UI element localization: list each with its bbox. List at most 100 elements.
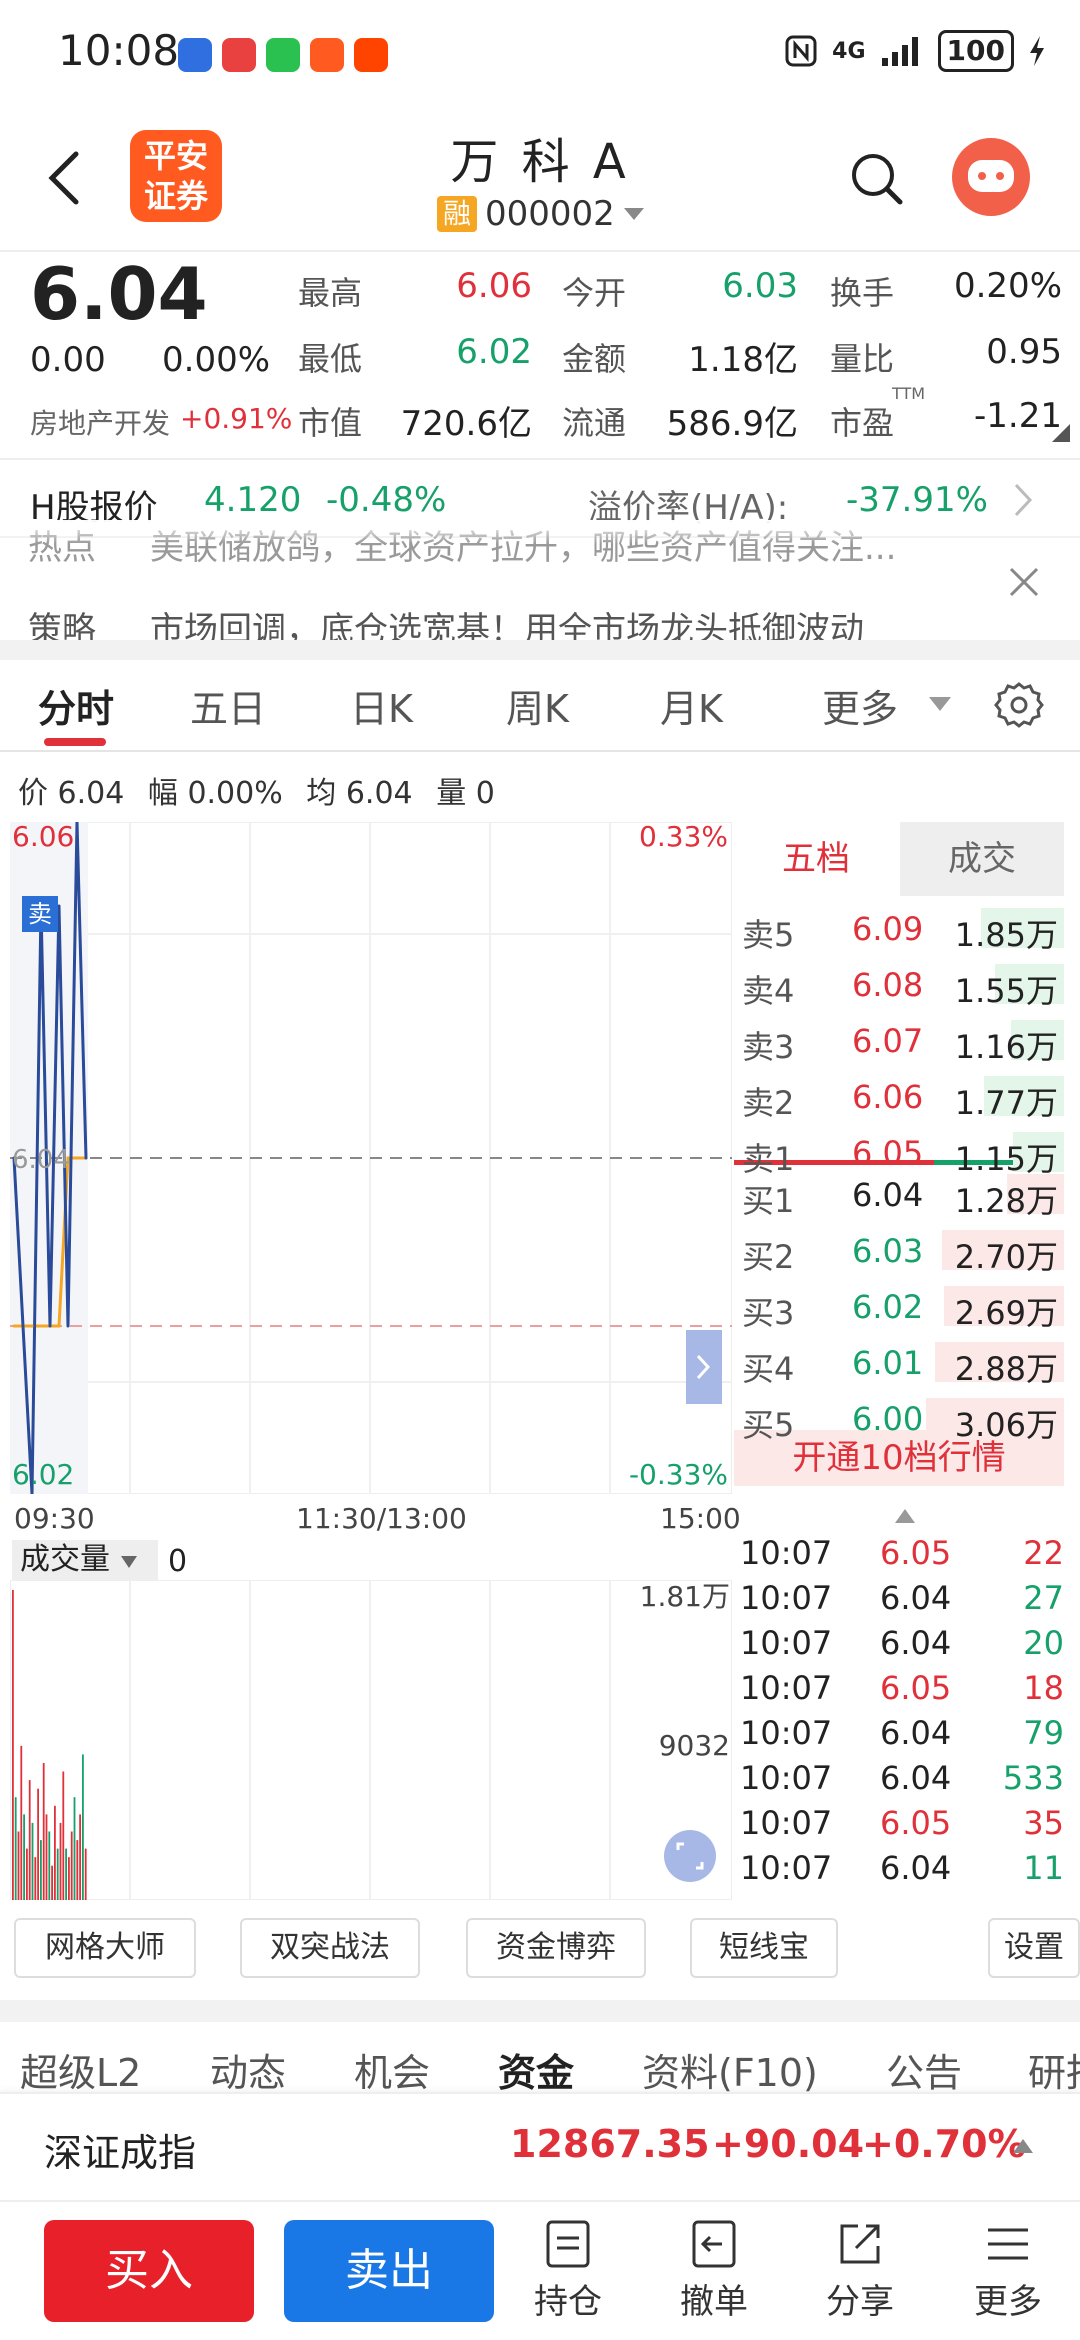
premium-value: -37.91% [846, 480, 988, 520]
share-icon [840, 2224, 880, 2264]
ask-price: 6.06 [852, 1078, 924, 1116]
ask-level-4[interactable]: 卖4 6.08 1.55万 [734, 958, 1064, 1011]
volume-bar [23, 1814, 25, 1900]
ask-level-3[interactable]: 卖3 6.07 1.16万 [734, 1014, 1064, 1067]
price-change: 0.00 [30, 340, 106, 380]
bid-level-3[interactable]: 买3 6.02 2.69万 [734, 1280, 1064, 1333]
volume-header: 成交量 0 [12, 1540, 732, 1580]
assistant-avatar[interactable] [952, 138, 1030, 216]
info-avg: 6.04 [345, 776, 413, 811]
ask-level-5[interactable]: 卖5 6.09 1.85万 [734, 902, 1064, 955]
tab-intraday[interactable]: 分时 [38, 678, 114, 733]
news-line-2[interactable]: 市场回调，底仓选宽基！用全市场龙头抵御波动 [150, 602, 864, 640]
volume-chart[interactable]: 1.81万 9032 [10, 1580, 732, 1900]
strategy-short-term[interactable]: 短线宝 [690, 1918, 838, 1978]
sector-name[interactable]: 房地产开发 [30, 402, 170, 442]
share-button[interactable]: 分享 [810, 2218, 910, 2323]
nfc-icon [785, 35, 817, 67]
news-tag-2: 策略 [28, 610, 96, 640]
intraday-chart[interactable]: 卖 6.06 6.04 6.02 0.33% -0.33% [10, 822, 732, 1494]
holdings-label: 持仓 [534, 2282, 602, 2322]
tick-vol: 11 [1023, 1849, 1064, 1887]
strategy-grid-master[interactable]: 网格大师 [14, 1918, 196, 1978]
time-start: 09:30 [14, 1502, 95, 1535]
chart-bottom-pct: -0.33% [629, 1458, 728, 1491]
index-ticker[interactable]: 深证成指 12867.35 +90.04 +0.70% [0, 2092, 1080, 2200]
subtab-f10[interactable]: 资料(F10) [642, 2042, 818, 2092]
strategy-settings[interactable]: 设置 [988, 1918, 1080, 1978]
fullscreen-button[interactable] [664, 1830, 716, 1882]
bid-level-2[interactable]: 买2 6.03 2.70万 [734, 1224, 1064, 1277]
buy-button[interactable]: 买入 [44, 2220, 254, 2322]
section-divider [0, 2000, 1080, 2022]
subtab-opportunity[interactable]: 机会 [354, 2042, 430, 2092]
tab-more[interactable]: 更多 [822, 678, 898, 733]
volume-bar [31, 1822, 34, 1900]
volume-bar [14, 1797, 17, 1900]
battery-level: 100 [937, 30, 1014, 72]
ask-vol: 1.85万 [954, 916, 1058, 954]
expand-corner-icon[interactable] [1052, 424, 1070, 442]
chart-tabs: 分时 五日 日K 周K 月K 更多 [0, 660, 1080, 752]
close-icon[interactable] [1008, 566, 1040, 598]
tab-monthly-k[interactable]: 月K [660, 678, 723, 733]
subtab-announcements[interactable]: 公告 [886, 2042, 962, 2092]
index-name: 深证成指 [44, 2131, 197, 2175]
bid-level-1[interactable]: 买1 6.04 1.28万 [734, 1168, 1064, 1221]
ask-price: 6.09 [852, 910, 924, 948]
bid-label: 买4 [742, 1350, 795, 1388]
tab-trades[interactable]: 成交 [900, 822, 1064, 896]
gear-icon[interactable] [994, 680, 1044, 730]
chart-expand-handle[interactable] [686, 1330, 722, 1404]
tab-daily-k[interactable]: 日K [350, 678, 413, 733]
bid-price: 6.02 [852, 1288, 924, 1326]
tick-time: 10:07 [740, 1669, 833, 1707]
section-divider [0, 640, 1080, 660]
stock-header: 平安 证券 万 科 A 融 000002 [0, 110, 1080, 250]
tick-vol: 22 [1023, 1534, 1064, 1572]
series-point [48, 1324, 52, 1328]
subtab-super-l2[interactable]: 超级L2 [20, 2042, 141, 2092]
tick-time: 10:07 [740, 1759, 833, 1797]
cancel-order-button[interactable]: 撤单 [664, 2218, 764, 2323]
subtab-capital[interactable]: 资金 [498, 2042, 574, 2092]
bid-level-4[interactable]: 买4 6.01 2.88万 [734, 1336, 1064, 1389]
price-change-pct: 0.00% [162, 340, 271, 380]
sell-button[interactable]: 卖出 [284, 2220, 494, 2322]
ask-level-2[interactable]: 卖2 6.06 1.77万 [734, 1070, 1064, 1123]
more-button[interactable]: 更多 [958, 2218, 1058, 2323]
status-bar: 10:08 4G 100 [0, 0, 1080, 110]
tab-five-day[interactable]: 五日 [190, 678, 266, 733]
series-point [30, 1324, 34, 1328]
ask-vol: 1.77万 [954, 1084, 1058, 1122]
menu-icon [988, 2228, 1028, 2260]
caret-up-icon[interactable] [894, 1508, 916, 1524]
bid-price: 6.04 [852, 1176, 924, 1214]
trade-ticks: 10:07 6.05 22 10:07 6.04 27 10:07 6.04 20 10:07 6.… [734, 1530, 1074, 1890]
subtab-research[interactable]: 研报 [1028, 2042, 1080, 2092]
ask-vol: 1.16万 [954, 1028, 1058, 1066]
volume-bar [54, 1805, 56, 1900]
search-icon[interactable] [848, 150, 904, 206]
holdings-button[interactable]: 持仓 [518, 2218, 618, 2323]
volume-selector[interactable]: 成交量 [12, 1540, 158, 1580]
volume-bar [79, 1814, 81, 1900]
ask-price: 6.07 [852, 1022, 924, 1060]
strategy-capital-game[interactable]: 资金博弈 [466, 1918, 646, 1978]
active-tab-indicator [44, 738, 106, 746]
subtab-news[interactable]: 动态 [210, 2042, 286, 2092]
order-book: 五档 成交 开通10档行情 卖5 6.09 1.85万 卖4 6.08 1.55万 卖3 6.… [734, 822, 1064, 1486]
bid-vol: 1.28万 [954, 1182, 1058, 1220]
tab-five-levels[interactable]: 五档 [734, 822, 898, 896]
info-vol: 0 [475, 776, 495, 811]
strategy-bar: 网格大师 双突战法 资金博弈 短线宝 设置 [0, 1918, 1080, 1980]
stock-code-selector[interactable]: 融 000002 [437, 194, 645, 234]
tab-weekly-k[interactable]: 周K [506, 678, 569, 733]
pe-value: -1.21 [974, 396, 1062, 436]
bottom-action-bar: 买入 卖出 持仓 撤单 分享 更多 [0, 2200, 1080, 2340]
volume-bar [65, 1848, 67, 1900]
strategy-double-breakout[interactable]: 双突战法 [240, 1918, 420, 1978]
bid-level-5[interactable]: 买5 6.00 3.06万 [734, 1392, 1064, 1445]
caret-up-icon[interactable] [1012, 2138, 1034, 2154]
volume-bar [34, 1857, 37, 1900]
